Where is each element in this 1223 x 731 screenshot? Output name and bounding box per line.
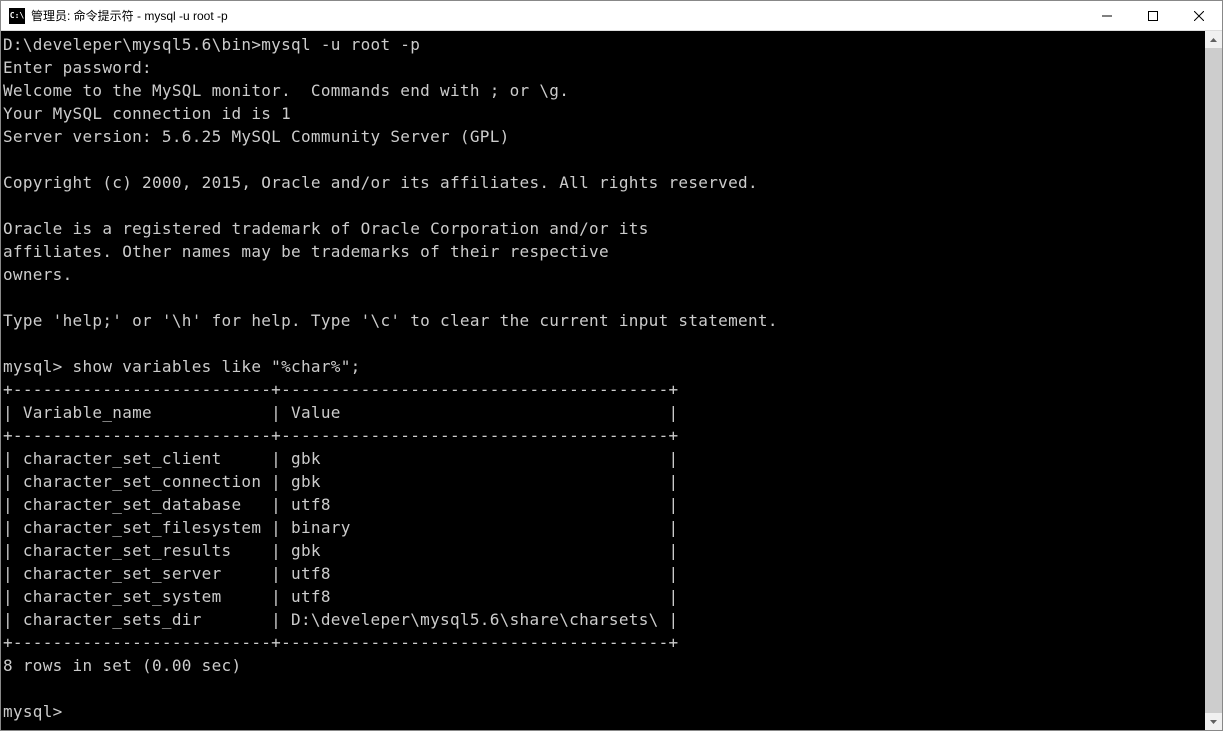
close-button[interactable] <box>1176 1 1222 30</box>
scrollbar-down-button[interactable] <box>1205 713 1222 730</box>
maximize-icon <box>1148 11 1158 21</box>
terminal-output[interactable]: D:\develeper\mysql5.6\bin>mysql -u root … <box>1 31 1205 730</box>
chevron-down-icon <box>1210 720 1217 724</box>
chevron-up-icon <box>1210 38 1217 42</box>
cmd-icon: C:\ <box>9 8 25 24</box>
minimize-button[interactable] <box>1084 1 1130 30</box>
titlebar[interactable]: C:\ 管理员: 命令提示符 - mysql -u root -p <box>1 1 1222 31</box>
command-prompt-window: C:\ 管理员: 命令提示符 - mysql -u root -p D:\dev… <box>0 0 1223 731</box>
maximize-button[interactable] <box>1130 1 1176 30</box>
minimize-icon <box>1102 11 1112 21</box>
vertical-scrollbar[interactable] <box>1205 31 1222 730</box>
window-controls <box>1084 1 1222 30</box>
close-icon <box>1194 11 1204 21</box>
terminal-area: D:\develeper\mysql5.6\bin>mysql -u root … <box>1 31 1222 730</box>
scrollbar-up-button[interactable] <box>1205 31 1222 48</box>
window-title: 管理员: 命令提示符 - mysql -u root -p <box>31 7 1084 24</box>
scrollbar-thumb[interactable] <box>1205 48 1222 713</box>
